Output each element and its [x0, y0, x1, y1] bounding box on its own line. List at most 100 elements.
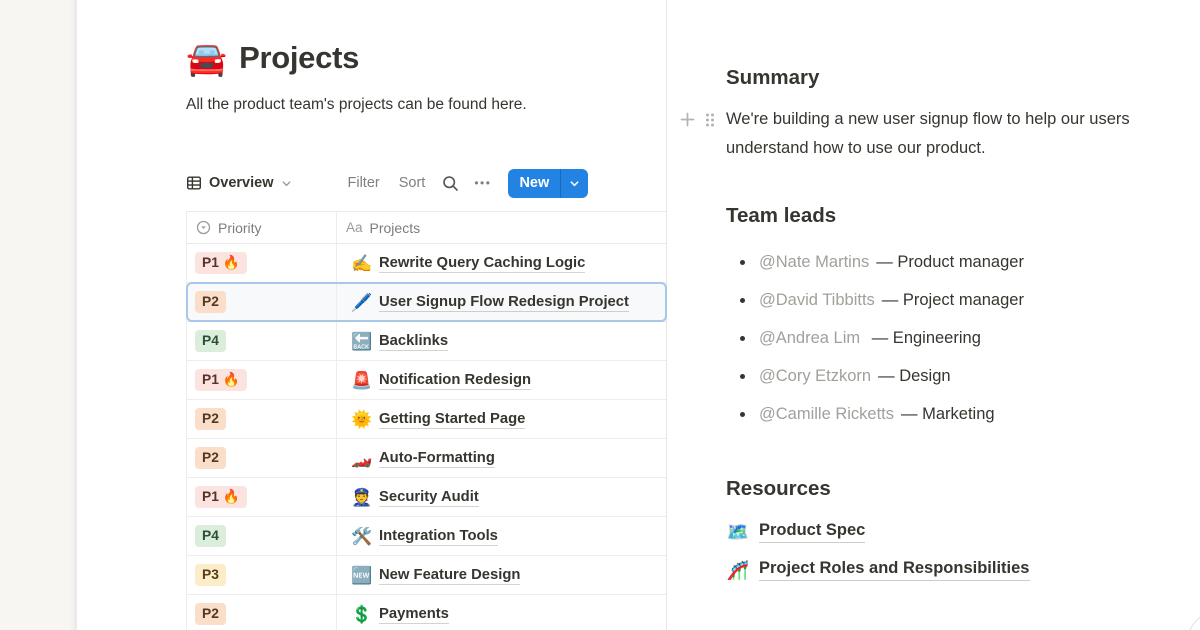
page-description: All the product team's projects can be f…	[186, 93, 538, 117]
project-cell[interactable]: 🖊️ User Signup Flow Redesign Project	[337, 283, 666, 321]
priority-badge: P3	[195, 564, 226, 586]
priority-cell[interactable]: P4	[187, 517, 337, 555]
project-cell[interactable]: 🚨 Notification Redesign	[337, 361, 666, 399]
project-page-link[interactable]: Getting Started Page	[379, 411, 525, 427]
project-page-link[interactable]: Integration Tools	[379, 528, 498, 544]
table-row[interactable]: P3 🆕 New Feature Design	[186, 556, 666, 595]
priority-cell[interactable]: P1 🔥	[187, 478, 337, 516]
table-row[interactable]: P4 🛠️ Integration Tools	[186, 517, 666, 556]
priority-cell[interactable]: P3	[187, 556, 337, 594]
project-page-link[interactable]: Security Audit	[379, 489, 479, 505]
priority-cell[interactable]: P1 🔥	[187, 361, 337, 399]
priority-cell[interactable]: P2	[187, 439, 337, 477]
team-lead-item: @Andrea Lim — Engineering	[726, 319, 1024, 357]
team-lead-item: @Cory Etzkorn — Design	[726, 357, 1024, 395]
page-title-text: Projects	[239, 40, 359, 76]
table-row[interactable]: P1 🔥 🚨 Notification Redesign	[186, 361, 666, 400]
project-page-link[interactable]: Rewrite Query Caching Logic	[379, 255, 585, 271]
new-button[interactable]: New	[508, 169, 560, 198]
project-page-link[interactable]: Notification Redesign	[379, 372, 531, 388]
project-page-icon: 🆕	[351, 567, 372, 584]
table-view-icon	[186, 175, 202, 191]
summary-heading: Summary	[726, 66, 819, 90]
bullet-dot	[740, 336, 745, 341]
priority-cell[interactable]: P2	[187, 283, 337, 321]
app-sidebar	[0, 0, 77, 630]
search-icon[interactable]	[442, 175, 459, 192]
projects-database-panel: 🚘 Projects All the product team's projec…	[78, 0, 666, 630]
person-role: — Project manager	[882, 291, 1024, 310]
table-row[interactable]: P2 🏎️ Auto-Formatting	[186, 439, 666, 478]
filter-button[interactable]: Filter	[348, 175, 380, 191]
person-mention[interactable]: @Andrea Lim	[759, 329, 860, 348]
person-role: — Product manager	[876, 253, 1024, 272]
page-title: 🚘 Projects	[186, 40, 359, 76]
person-mention[interactable]: @Nate Martins	[759, 253, 869, 272]
priority-badge: P1 🔥	[195, 486, 247, 508]
person-role: — Engineering	[867, 329, 981, 348]
column-header-priority[interactable]: Priority	[187, 212, 337, 243]
person-role: — Marketing	[901, 405, 995, 424]
project-page-link[interactable]: Payments	[379, 606, 449, 622]
resource-item[interactable]: 🎢 Project Roles and Responsibilities	[726, 551, 1030, 589]
team-lead-item: @Camille Ricketts — Marketing	[726, 395, 1024, 433]
project-page-icon: 🏎️	[351, 450, 372, 467]
team-leads-heading: Team leads	[726, 204, 836, 228]
new-button-group: New	[508, 169, 588, 198]
project-cell[interactable]: 🌞 Getting Started Page	[337, 400, 666, 438]
chevron-down-icon	[281, 178, 292, 189]
resources-list: 🗺️ Product Spec 🎢 Project Roles and Resp…	[726, 513, 1030, 589]
table-row[interactable]: P2 💲 Payments	[186, 595, 666, 630]
add-block-icon[interactable]	[679, 111, 696, 128]
person-mention[interactable]: @David Tibbitts	[759, 291, 875, 310]
view-tab-label: Overview	[209, 175, 274, 191]
new-button-dropdown[interactable]	[561, 169, 588, 198]
project-cell[interactable]: 🛠️ Integration Tools	[337, 517, 666, 555]
project-cell[interactable]: 🔙 Backlinks	[337, 322, 666, 360]
project-cell[interactable]: ✍️ Rewrite Query Caching Logic	[337, 244, 666, 282]
priority-cell[interactable]: P4	[187, 322, 337, 360]
team-leads-list: @Nate Martins — Product manager @David T…	[726, 243, 1024, 433]
resource-page-link[interactable]: Project Roles and Responsibilities	[759, 559, 1030, 581]
table-header: Priority Aa Projects	[186, 211, 666, 244]
title-property-icon: Aa	[346, 220, 363, 235]
table-row[interactable]: P2 🌞 Getting Started Page	[186, 400, 666, 439]
project-page-link[interactable]: Backlinks	[379, 333, 448, 349]
column-header-projects[interactable]: Aa Projects	[337, 212, 666, 243]
table-row[interactable]: P1 🔥 ✍️ Rewrite Query Caching Logic	[186, 244, 666, 283]
drag-handle-icon[interactable]	[705, 112, 715, 128]
projects-table: Priority Aa Projects P1 🔥 ✍️ Rewrite Que…	[186, 211, 666, 630]
project-cell[interactable]: 👮 Security Audit	[337, 478, 666, 516]
block-handles	[679, 111, 715, 128]
project-page-link[interactable]: User Signup Flow Redesign Project	[379, 294, 629, 310]
person-role: — Design	[878, 367, 950, 386]
priority-cell[interactable]: P2	[187, 595, 337, 630]
project-cell[interactable]: 💲 Payments	[337, 595, 666, 630]
resource-page-icon: 🎢	[726, 561, 750, 579]
database-toolbar: Overview Filter Sort ••• New	[186, 167, 588, 199]
more-options-button[interactable]: •••	[474, 176, 491, 190]
person-mention[interactable]: @Camille Ricketts	[759, 405, 894, 424]
table-row[interactable]: P2 🖊️ User Signup Flow Redesign Project	[186, 283, 666, 322]
priority-cell[interactable]: P1 🔥	[187, 244, 337, 282]
person-mention[interactable]: @Cory Etzkorn	[759, 367, 871, 386]
priority-badge: P2	[195, 447, 226, 469]
priority-cell[interactable]: P2	[187, 400, 337, 438]
priority-badge: P2	[195, 603, 226, 625]
team-lead-item: @Nate Martins — Product manager	[726, 243, 1024, 281]
table-row[interactable]: P1 🔥 👮 Security Audit	[186, 478, 666, 517]
resource-page-link[interactable]: Product Spec	[759, 521, 865, 543]
project-page-link[interactable]: New Feature Design	[379, 567, 520, 583]
resource-item[interactable]: 🗺️ Product Spec	[726, 513, 1030, 551]
project-cell[interactable]: 🆕 New Feature Design	[337, 556, 666, 594]
sort-button[interactable]: Sort	[399, 175, 426, 191]
view-tab-overview[interactable]: Overview	[186, 175, 292, 191]
project-page-icon: 💲	[351, 606, 372, 623]
project-page-link[interactable]: Auto-Formatting	[379, 450, 495, 466]
resources-heading: Resources	[726, 477, 831, 501]
table-row[interactable]: P4 🔙 Backlinks	[186, 322, 666, 361]
resource-page-icon: 🗺️	[726, 523, 750, 541]
project-page-icon: 🌞	[351, 411, 372, 428]
project-cell[interactable]: 🏎️ Auto-Formatting	[337, 439, 666, 477]
bullet-dot	[740, 260, 745, 265]
